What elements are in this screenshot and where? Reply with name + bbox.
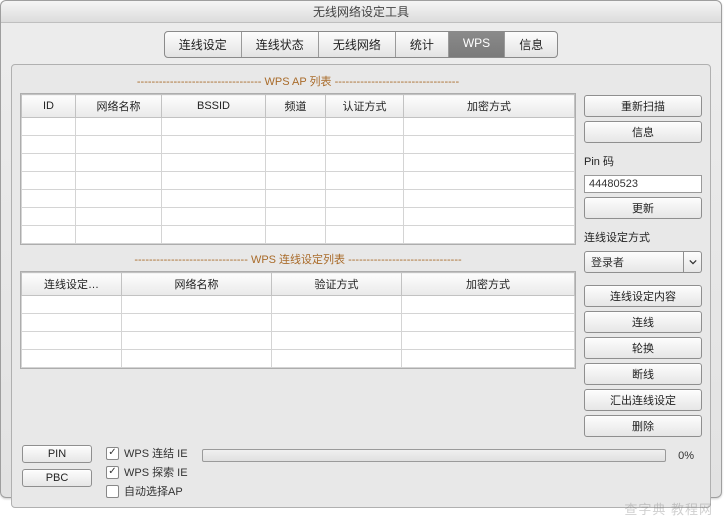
ap-list-group: ---------------------------------- WPS A… — [20, 73, 576, 245]
ap-col-cipher[interactable]: 加密方式 — [404, 95, 575, 118]
detail-button[interactable]: 连线设定内容 — [584, 285, 702, 307]
tab-connection-settings[interactable]: 连线设定 — [165, 32, 242, 57]
auto-select-ap-checkbox[interactable]: 自动选择AP — [106, 483, 188, 499]
export-button[interactable]: 汇出连线设定 — [584, 389, 702, 411]
window-content: 连线设定 连线状态 无线网络 统计 WPS 信息 ---------------… — [1, 23, 721, 514]
profile-list-title: ------------------------------- WPS 连线设定… — [20, 251, 576, 267]
profile-list-table-wrap: 连线设定… 网络名称 验证方式 加密方式 — [20, 271, 576, 369]
progress-percent: 0% — [678, 450, 694, 462]
refresh-button[interactable]: 更新 — [584, 197, 702, 219]
disconnect-button[interactable]: 断线 — [584, 363, 702, 385]
table-row — [22, 118, 575, 136]
connect-button[interactable]: 连线 — [584, 311, 702, 333]
tab-connection-status[interactable]: 连线状态 — [242, 32, 319, 57]
table-row — [22, 226, 575, 244]
tab-stats[interactable]: 统计 — [396, 32, 449, 57]
profile-list-table: 连线设定… 网络名称 验证方式 加密方式 — [21, 272, 575, 368]
checkbox-checked-icon — [106, 466, 119, 479]
progress-bar — [202, 449, 667, 462]
ap-col-bssid[interactable]: BSSID — [162, 95, 266, 118]
ap-col-ssid[interactable]: 网络名称 — [76, 95, 162, 118]
window-title: 无线网络设定工具 — [1, 1, 721, 23]
progress-area: 0% — [202, 449, 702, 462]
pbc-button[interactable]: PBC — [22, 469, 92, 487]
pin-input[interactable] — [584, 175, 702, 193]
profile-list-body[interactable] — [22, 296, 575, 368]
bottom-controls: PIN PBC WPS 连结 IE WPS 探索 IE 自动选择AP — [20, 445, 702, 499]
wps-assoc-ie-checkbox[interactable]: WPS 连结 IE — [106, 445, 188, 461]
tabs: 连线设定 连线状态 无线网络 统计 WPS 信息 — [164, 31, 558, 58]
chevron-down-icon — [684, 251, 702, 273]
profile-col-cipher[interactable]: 加密方式 — [402, 273, 575, 296]
tab-info[interactable]: 信息 — [505, 32, 557, 57]
tab-wps[interactable]: WPS — [449, 32, 505, 57]
wps-assoc-ie-label: WPS 连结 IE — [124, 445, 188, 461]
ap-list-table-wrap: ID 网络名称 BSSID 频道 认证方式 加密方式 — [20, 93, 576, 245]
table-row — [22, 208, 575, 226]
auto-select-ap-label: 自动选择AP — [124, 483, 183, 499]
table-row — [22, 314, 575, 332]
delete-button[interactable]: 删除 — [584, 415, 702, 437]
method-select-value: 登录者 — [584, 251, 684, 273]
checkbox-icon — [106, 485, 119, 498]
ap-col-channel[interactable]: 频道 — [266, 95, 326, 118]
rescan-button[interactable]: 重新扫描 — [584, 95, 702, 117]
side-controls: 重新扫描 信息 Pin 码 更新 连线设定方式 登录者 连线设定内容 连线 — [584, 73, 702, 437]
ap-list-body[interactable] — [22, 118, 575, 244]
rotate-button[interactable]: 轮换 — [584, 337, 702, 359]
checkbox-checked-icon — [106, 447, 119, 460]
info-button[interactable]: 信息 — [584, 121, 702, 143]
pin-label: Pin 码 — [584, 153, 702, 169]
table-row — [22, 136, 575, 154]
ap-list-title: ---------------------------------- WPS A… — [20, 73, 576, 89]
wps-panel: ---------------------------------- WPS A… — [11, 64, 711, 508]
table-row — [22, 350, 575, 368]
wps-probe-ie-label: WPS 探索 IE — [124, 464, 188, 480]
tab-wireless[interactable]: 无线网络 — [319, 32, 396, 57]
table-row — [22, 332, 575, 350]
table-row — [22, 190, 575, 208]
wps-probe-ie-checkbox[interactable]: WPS 探索 IE — [106, 464, 188, 480]
profile-col-auth[interactable]: 验证方式 — [272, 273, 402, 296]
table-row — [22, 154, 575, 172]
profile-col-name[interactable]: 连线设定… — [22, 273, 122, 296]
ap-list-table: ID 网络名称 BSSID 频道 认证方式 加密方式 — [21, 94, 575, 244]
profile-col-ssid[interactable]: 网络名称 — [122, 273, 272, 296]
app-window: 无线网络设定工具 连线设定 连线状态 无线网络 统计 WPS 信息 ------… — [0, 0, 722, 498]
pin-button[interactable]: PIN — [22, 445, 92, 463]
method-label: 连线设定方式 — [584, 229, 702, 245]
ap-col-auth[interactable]: 认证方式 — [326, 95, 404, 118]
ap-col-id[interactable]: ID — [22, 95, 76, 118]
method-select[interactable]: 登录者 — [584, 251, 702, 273]
table-row — [22, 296, 575, 314]
profile-list-group: ------------------------------- WPS 连线设定… — [20, 251, 576, 369]
table-row — [22, 172, 575, 190]
tab-bar: 连线设定 连线状态 无线网络 统计 WPS 信息 — [11, 31, 711, 58]
